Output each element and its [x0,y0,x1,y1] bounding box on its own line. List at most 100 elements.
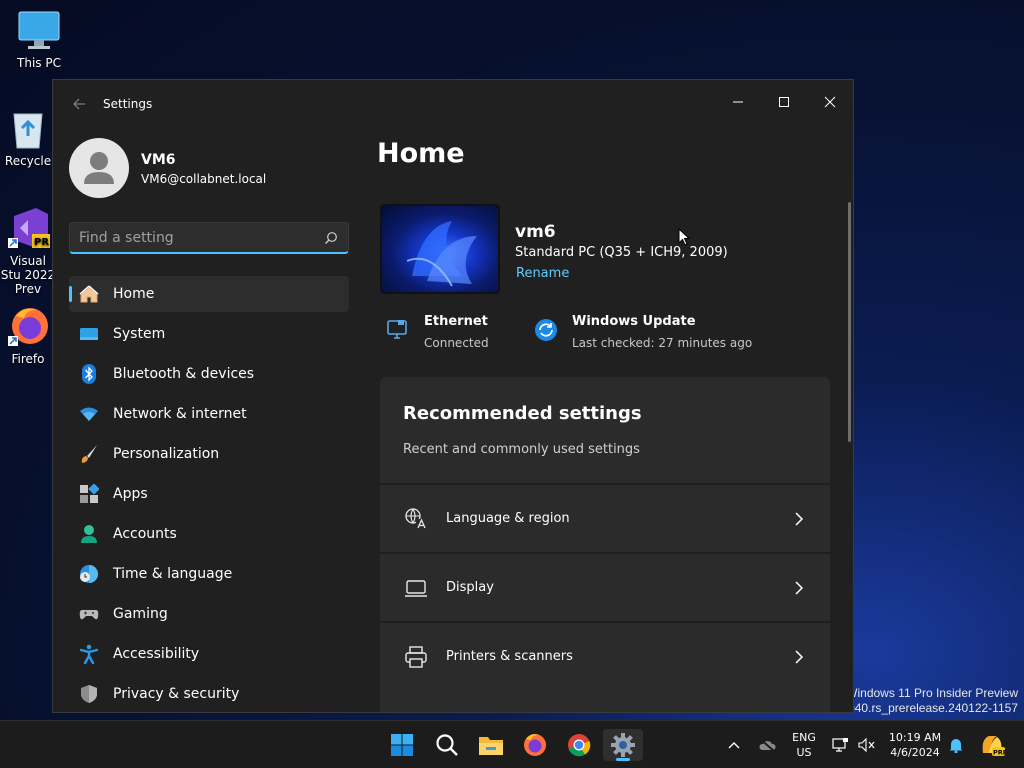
device-model: Standard PC (Q35 + ICH9, 2009) [515,245,728,260]
profile-name: VM6 [141,152,176,168]
search-input[interactable] [79,229,309,247]
show-hidden-icons-button[interactable] [722,721,746,768]
ethernet-title: Ethernet [424,314,488,329]
windows-update-status[interactable]: Windows Update Last checked: 27 minutes … [534,312,764,352]
sidebar-item-bluetooth[interactable]: Bluetooth & devices [69,356,349,392]
wifi-icon [80,407,98,421]
input-language-indicator[interactable]: ENG US [786,730,822,760]
taskbar-search-button[interactable] [427,729,467,761]
bluetooth-icon [82,364,96,384]
visual-studio-icon: PR [8,208,50,248]
ethernet-subtitle: Connected [424,336,489,350]
start-button[interactable] [382,729,422,761]
shield-icon [81,685,97,703]
windows-update-title: Windows Update [572,314,696,329]
sidebar-item-system[interactable]: System [69,316,349,352]
chevron-right-icon [795,581,804,595]
minimize-button[interactable] [715,86,761,118]
firefox-icon [8,308,48,346]
recommended-item-label: Printers & scanners [446,649,573,664]
keyboard-layout: US [796,746,812,759]
ethernet-status[interactable]: Ethernet Connected [386,312,526,352]
desktop-icon-visual-studio[interactable]: PR Visual Stu 2022 Prev [0,206,56,296]
rename-link[interactable]: Rename [516,266,569,281]
desktop-icon-this-pc[interactable]: This PC [0,10,78,70]
desktop-icon-label: Firefo [11,352,45,366]
content-scrollbar[interactable] [848,202,851,442]
sidebar-item-personalization[interactable]: Personalization [69,436,349,472]
apps-icon [80,484,99,503]
system-icon [80,328,98,340]
volume-tray-button[interactable] [856,721,878,768]
monitor-icon [18,11,60,49]
file-explorer-button[interactable] [471,729,511,761]
firefox-taskbar-button[interactable] [515,729,555,761]
windows-watermark: Windows 11 Pro Insider Preview 26040.rs_… [835,686,1018,716]
close-button[interactable] [807,86,853,118]
profile-email: VM6@collabnet.local [141,172,267,186]
window-title: Settings [103,97,153,111]
sidebar-item-label: Gaming [113,606,168,622]
svg-text:PRE: PRE [993,749,1005,757]
desktop-icon-label: Recycle [4,154,52,168]
back-button[interactable] [67,94,91,118]
close-icon [824,96,836,108]
active-app-indicator [616,758,630,761]
sidebar-item-accessibility[interactable]: Accessibility [69,636,349,672]
copilot-button[interactable]: PRE [978,721,1006,768]
sidebar-item-label: Privacy & security [113,686,240,702]
recommended-title: Recommended settings [403,403,642,424]
maximize-button[interactable] [761,86,807,118]
sidebar-item-accounts[interactable]: Accounts [69,516,349,552]
sidebar-item-time-language[interactable]: Time & language [69,556,349,592]
search-icon[interactable] [324,231,338,245]
recommended-item-language-region[interactable]: Language & region [380,483,830,551]
recommended-item-display[interactable]: Display [380,552,830,620]
desktop-icon-recycle-bin[interactable]: Recycle [0,108,56,168]
wallpaper-bloom-icon [406,221,477,287]
sidebar-item-label: Bluetooth & devices [113,366,255,382]
accounts-icon [81,525,97,543]
printer-icon [405,646,427,668]
sidebar-item-gaming[interactable]: Gaming [69,596,349,632]
language-code: ENG [792,731,816,744]
avatar [69,138,129,198]
sidebar-item-network[interactable]: Network & internet [69,396,349,432]
gear-icon [611,733,635,757]
windows-logo-icon [391,734,413,756]
accessibility-icon [79,644,99,664]
sidebar-item-privacy[interactable]: Privacy & security [69,676,349,712]
chevron-right-icon [795,650,804,664]
sidebar-item-label: Accounts [113,526,177,542]
svg-text:PR: PR [34,237,49,248]
desktop-icon-label: This PC [17,56,61,70]
settings-window: Settings VM6 VM6@collabnet.local Find a … [52,79,854,713]
chrome-icon [568,734,591,757]
watermark-edition: Windows 11 Pro Insider Preview [846,686,1018,700]
chevron-right-icon [795,512,804,526]
sidebar-item-label: Time & language [113,566,233,582]
onedrive-tray-button[interactable] [754,721,780,768]
recommended-settings-card: Recommended settings Recent and commonly… [380,377,830,712]
network-icon [832,738,848,752]
sidebar-item-apps[interactable]: Apps [69,476,349,512]
display-icon [405,580,427,597]
network-tray-button[interactable] [830,721,852,768]
chrome-taskbar-button[interactable] [559,729,599,761]
sidebar-item-label: Apps [113,486,148,502]
notifications-button[interactable] [946,721,966,768]
recommended-item-label: Display [446,580,494,595]
desktop-icon-firefox[interactable]: Firefo [0,304,56,366]
sidebar-item-home[interactable]: Home [69,276,349,312]
time-language-icon [80,565,98,583]
search-box [69,222,349,254]
language-icon [405,508,427,530]
maximize-icon [779,97,789,107]
copilot-icon: PRE [982,736,1005,757]
person-icon [84,152,114,184]
recommended-item-printers[interactable]: Printers & scanners [380,621,830,689]
speaker-muted-icon [858,737,875,753]
watermark-build: 26040.rs_prerelease.240122-1157 [834,701,1018,715]
clock[interactable]: 10:19 AM 4/6/2024 [884,730,946,760]
settings-taskbar-button[interactable] [603,729,643,761]
